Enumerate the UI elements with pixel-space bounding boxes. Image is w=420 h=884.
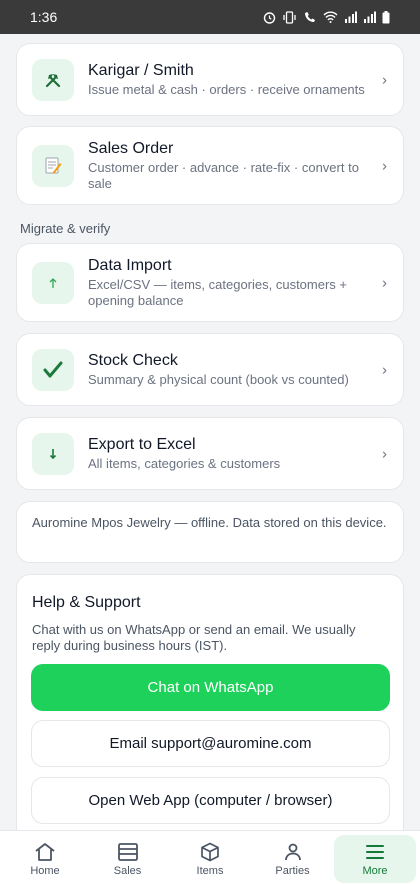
chevron-right-icon: › — [382, 157, 387, 174]
help-description: Chat with us on WhatsApp or send an emai… — [32, 622, 356, 653]
section-label: Migrate & verify — [20, 221, 111, 236]
status-time: 1:36 — [30, 9, 58, 25]
help-title: Help & Support — [32, 594, 141, 611]
signal-icon-2 — [364, 11, 376, 23]
card-title: Export to Excel — [88, 436, 196, 453]
help-support-card: Help & Support Chat with us on WhatsApp … — [16, 574, 404, 830]
chevron-right-icon: › — [382, 445, 387, 462]
nav-label: Items — [196, 864, 224, 877]
nav-more[interactable]: More — [334, 835, 416, 883]
chevron-right-icon: › — [382, 71, 387, 88]
nav-home[interactable]: Home — [4, 835, 86, 883]
chevron-right-icon: › — [382, 361, 387, 378]
nav-label: Home — [30, 864, 60, 877]
card-title: Stock Check — [88, 352, 178, 369]
card-subtitle: Summary & physical count (book vs counte… — [88, 372, 349, 387]
memo-icon — [32, 144, 74, 187]
wifi-icon — [323, 11, 338, 23]
card-subtitle: Excel/CSV — items, categories, customers… — [88, 277, 348, 308]
nav-label: More — [362, 864, 388, 877]
card-subtitle: All items, categories & customers — [88, 456, 281, 471]
open-web-app-button[interactable]: Open Web App (computer / browser) — [31, 777, 390, 824]
chat-whatsapp-button[interactable]: Chat on WhatsApp — [31, 664, 390, 711]
chevron-right-icon: › — [382, 274, 387, 291]
upload-icon — [32, 261, 74, 304]
card-karigar[interactable]: Karigar / Smith Issue metal & cash · ord… — [16, 43, 404, 116]
wifi-call-icon — [305, 11, 315, 22]
card-data-import[interactable]: Data Import Excel/CSV — items, categorie… — [16, 243, 404, 322]
signal-icon — [345, 11, 357, 23]
offline-info-text: Auromine Mpos Jewelry — offline. Data st… — [32, 515, 387, 530]
vibrate-icon — [283, 10, 296, 24]
card-subtitle: Customer order · advance · rate-fix · co… — [88, 160, 359, 191]
nav-items[interactable]: Items — [169, 835, 251, 883]
status-icons — [263, 10, 390, 24]
bottom-nav: Home Sales Items Parties More — [0, 830, 420, 884]
card-title: Sales Order — [88, 140, 174, 157]
card-title: Karigar / Smith — [88, 62, 194, 79]
menu-icon — [366, 844, 384, 859]
card-subtitle: Issue metal & cash · orders · receive or… — [88, 82, 365, 97]
box-icon — [201, 842, 219, 861]
alarm-icon — [263, 11, 276, 24]
hammer-pick-icon — [32, 58, 74, 101]
battery-icon — [382, 10, 390, 23]
card-export-excel[interactable]: Export to Excel All items, categories & … — [16, 417, 404, 490]
nav-parties[interactable]: Parties — [252, 835, 334, 883]
card-stock-check[interactable]: Stock Check Summary & physical count (bo… — [16, 333, 404, 406]
person-icon — [284, 843, 301, 860]
status-bar: 1:36 — [0, 0, 420, 34]
offline-info-card: Auromine Mpos Jewelry — offline. Data st… — [16, 501, 404, 563]
content-area: Karigar / Smith Issue metal & cash · ord… — [0, 34, 420, 830]
home-icon — [35, 842, 55, 861]
nav-label: Parties — [275, 864, 310, 877]
nav-label: Sales — [113, 864, 142, 877]
nav-sales[interactable]: Sales — [87, 835, 169, 883]
card-title: Data Import — [88, 257, 172, 274]
download-arrow-icon — [32, 432, 74, 475]
sales-icon — [117, 842, 138, 861]
check-mark-icon — [32, 348, 74, 391]
card-sales-order[interactable]: Sales Order Customer order · advance · r… — [16, 126, 404, 205]
email-support-button[interactable]: Email support@auromine.com — [31, 720, 390, 767]
